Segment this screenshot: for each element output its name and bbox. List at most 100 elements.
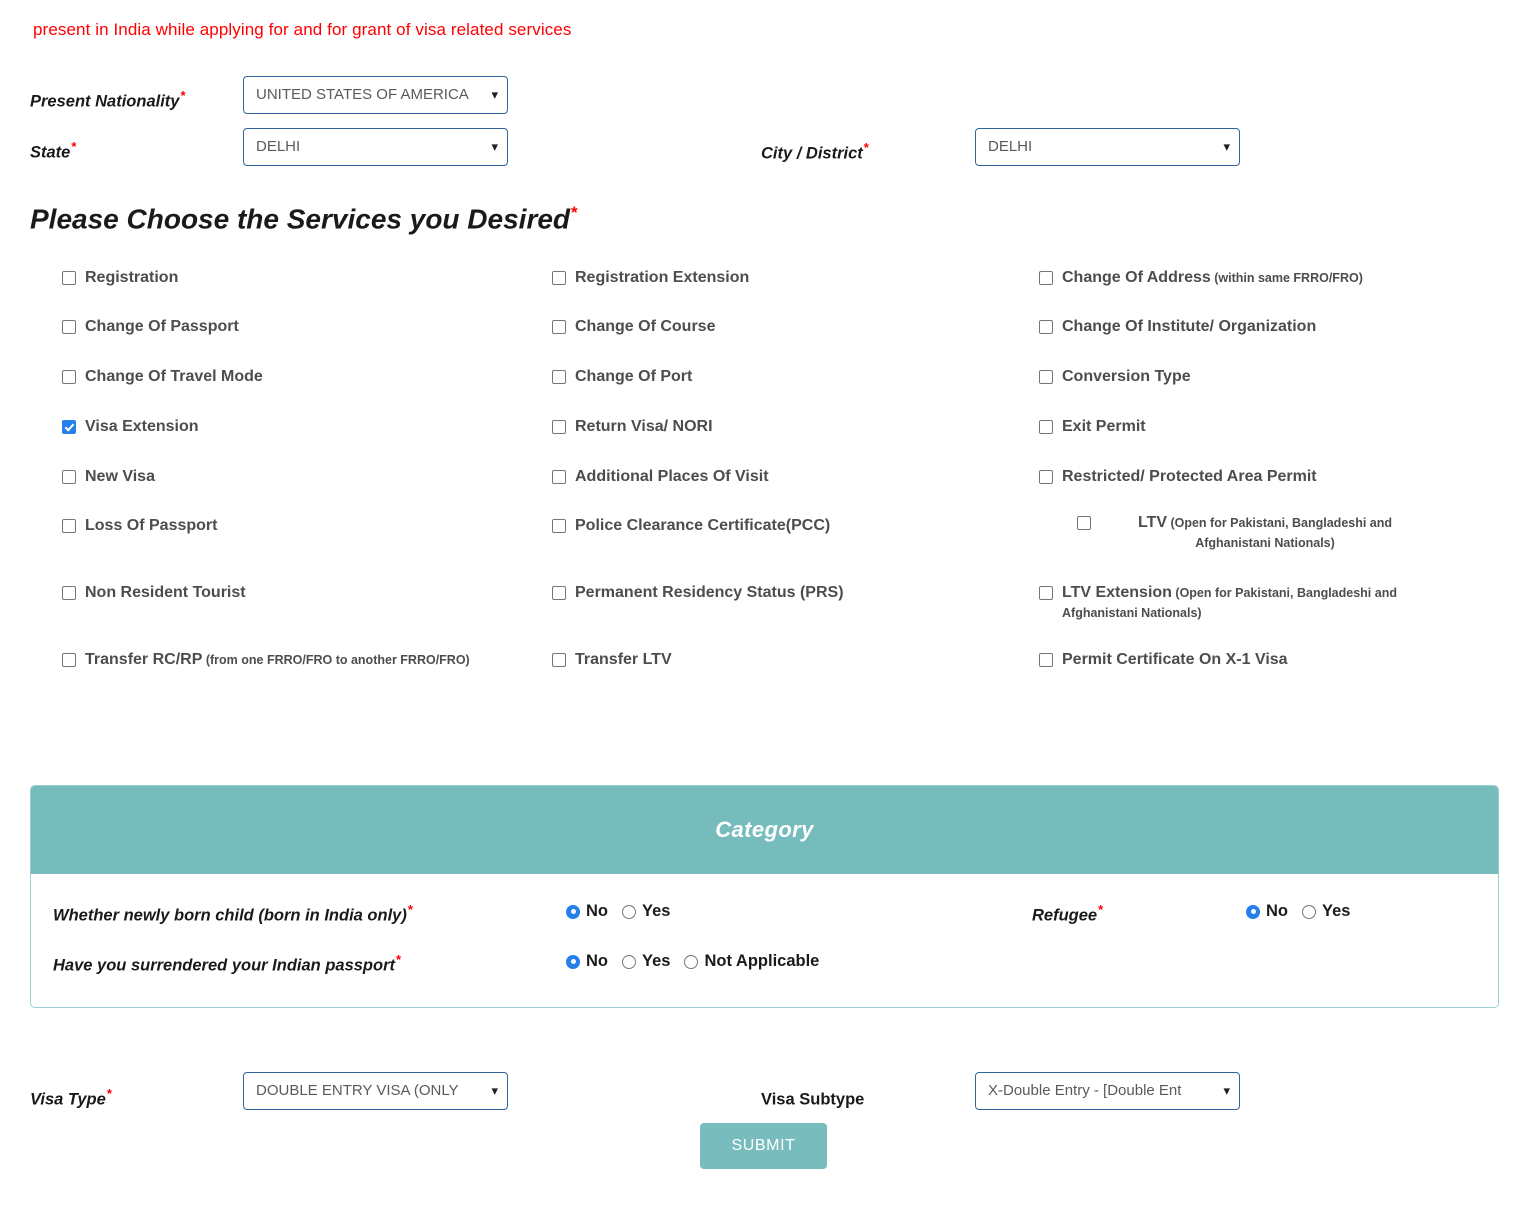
radio-icon[interactable] [622,904,636,919]
checkbox-icon[interactable] [1077,516,1091,530]
visa-subtype-label: Visa Subtype [761,1090,865,1109]
service-checkbox-item[interactable]: Transfer LTV [552,650,672,670]
checkbox-icon[interactable] [1039,370,1053,384]
surrendered-passport-radio-group[interactable]: No Yes Not Applicable [566,952,819,971]
checkbox-icon[interactable] [552,586,566,600]
service-checkbox-item[interactable]: Change Of Address (within same FRRO/FRO) [1039,268,1363,288]
checkbox-icon[interactable] [62,519,76,533]
service-checkbox-item[interactable]: LTV Extension (Open for Pakistani, Bangl… [1039,583,1469,623]
required-asterisk: * [180,88,186,103]
service-checkbox-item[interactable]: Return Visa/ NORI [552,417,713,437]
service-checkbox-item[interactable]: Permanent Residency Status (PRS) [552,583,844,603]
checkbox-icon[interactable] [62,320,76,334]
checkbox-icon[interactable] [552,420,566,434]
checkbox-icon[interactable] [62,420,76,434]
radio-option[interactable]: No [566,952,608,971]
checkbox-icon[interactable] [62,586,76,600]
service-checkbox-item[interactable]: Change Of Port [552,367,692,387]
checkbox-icon[interactable] [552,519,566,533]
radio-option[interactable]: Yes [622,902,670,921]
service-checkbox-item[interactable]: LTV (Open for Pakistani, Bangladeshi and… [1077,513,1467,553]
visa-type-select[interactable]: DOUBLE ENTRY VISA (ONLY ▾ [243,1072,508,1110]
service-sublabel: (within same FRRO/FRO) [1210,271,1363,285]
category-body: Whether newly born child (born in India … [31,874,1498,1007]
service-checkbox-item[interactable]: Conversion Type [1039,367,1191,387]
checkbox-icon[interactable] [1039,320,1053,334]
city-district-select[interactable]: DELHI ▾ [975,128,1240,166]
checkbox-icon[interactable] [1039,470,1053,484]
visa-type-value: DOUBLE ENTRY VISA (ONLY [256,1082,459,1099]
visa-type-label: Visa Type* [30,1086,112,1109]
service-checkbox-item[interactable]: Change Of Passport [62,317,239,337]
newborn-child-radio-group[interactable]: No Yes [566,902,670,921]
state-select[interactable]: DELHI ▾ [243,128,508,166]
service-label: Change Of Passport [85,318,239,335]
checkbox-icon[interactable] [62,470,76,484]
radio-label: No [1266,902,1288,920]
service-checkbox-item[interactable]: Change Of Institute/ Organization [1039,317,1316,337]
category-title: Category [715,817,814,842]
checkbox-icon[interactable] [552,470,566,484]
service-checkbox-item[interactable]: New Visa [62,467,155,487]
city-district-value: DELHI [988,138,1033,155]
service-label: Registration Extension [575,269,750,286]
radio-option[interactable]: No [1246,902,1288,921]
service-label: Visa Extension [85,418,199,435]
present-nationality-label: Present Nationality* [30,88,186,111]
checkbox-icon[interactable] [62,653,76,667]
service-checkbox-item[interactable]: Change Of Course [552,317,715,337]
service-checkbox-item[interactable]: Registration Extension [552,268,749,288]
visa-notice-text: present in India while applying for and … [33,20,572,39]
service-checkbox-item[interactable]: Police Clearance Certificate(PCC) [552,516,830,536]
radio-icon[interactable] [684,954,699,969]
radio-icon[interactable] [566,954,580,969]
present-nationality-value: UNITED STATES OF AMERICA [256,86,469,103]
checkbox-icon[interactable] [552,370,566,384]
newborn-child-label: Whether newly born child (born in India … [53,902,413,925]
service-checkbox-item[interactable]: Exit Permit [1039,417,1146,437]
radio-option[interactable]: Not Applicable [684,952,819,971]
radio-icon[interactable] [566,904,580,919]
radio-label: Yes [642,902,671,920]
service-sublabel: (from one FRRO/FRO to another FRRO/FRO) [202,653,470,667]
service-label: Permanent Residency Status (PRS) [575,584,844,601]
service-checkbox-item[interactable]: Permit Certificate On X-1 Visa [1039,650,1288,670]
service-label: LTV Extension [1062,584,1172,601]
radio-option[interactable]: Yes [622,952,670,971]
service-label: Restricted/ Protected Area Permit [1062,468,1317,485]
service-checkbox-item[interactable]: Loss Of Passport [62,516,217,536]
refugee-radio-group[interactable]: No Yes [1246,902,1350,921]
checkbox-icon[interactable] [1039,653,1053,667]
service-checkbox-item[interactable]: Additional Places Of Visit [552,467,769,487]
required-asterisk: * [1098,902,1104,917]
service-checkbox-item[interactable]: Visa Extension [62,417,199,437]
checkbox-icon[interactable] [552,271,566,285]
checkbox-icon[interactable] [552,320,566,334]
checkbox-icon[interactable] [1039,420,1053,434]
radio-icon[interactable] [1246,904,1260,919]
service-checkbox-item[interactable]: Registration [62,268,178,288]
submit-button[interactable]: SUBMIT [700,1123,827,1169]
chevron-down-icon: ▾ [1223,139,1230,154]
service-checkbox-item[interactable]: Restricted/ Protected Area Permit [1039,467,1317,487]
chevron-down-icon: ▾ [491,87,498,102]
services-heading: Please Choose the Services you Desired* [30,203,578,235]
checkbox-icon[interactable] [1039,586,1053,600]
checkbox-icon[interactable] [1039,271,1053,285]
service-checkbox-item[interactable]: Transfer RC/RP (from one FRRO/FRO to ano… [62,650,470,670]
service-label: Additional Places Of Visit [575,468,769,485]
radio-icon[interactable] [622,954,636,969]
service-checkbox-item[interactable]: Change Of Travel Mode [62,367,263,387]
checkbox-icon[interactable] [552,653,566,667]
visa-subtype-select[interactable]: X-Double Entry - [Double Ent ▾ [975,1072,1240,1110]
present-nationality-select[interactable]: UNITED STATES OF AMERICA ▾ [243,76,508,114]
radio-option[interactable]: No [566,902,608,921]
radio-option[interactable]: Yes [1302,902,1350,921]
radio-icon[interactable] [1302,904,1316,919]
checkbox-icon[interactable] [62,271,76,285]
category-panel: Category Whether newly born child (born … [30,785,1499,1008]
service-checkbox-item[interactable]: Non Resident Tourist [62,583,246,603]
checkbox-icon[interactable] [62,370,76,384]
required-asterisk: * [863,140,869,155]
service-label: Change Of Travel Mode [85,368,263,385]
